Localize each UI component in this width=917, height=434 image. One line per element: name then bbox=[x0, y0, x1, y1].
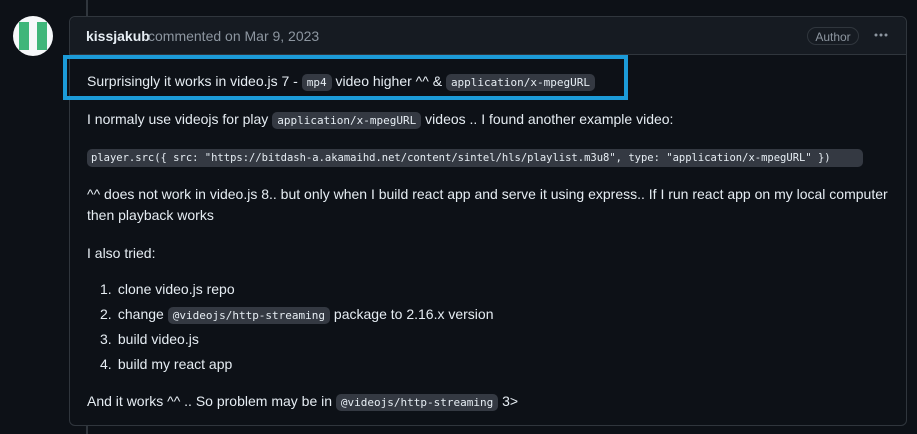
timeline-line-bottom bbox=[86, 426, 88, 434]
list-item: 2. change @videojs/http-streaming packag… bbox=[100, 306, 494, 324]
comment-paragraph-2: I normaly use videojs for play applicati… bbox=[87, 111, 674, 129]
comment-paragraph-3-line2: then playback works bbox=[87, 207, 214, 223]
list-item-text: package to 2.16.x version bbox=[330, 306, 494, 322]
highlight-annotation-box bbox=[63, 55, 628, 100]
list-item-number: 1. bbox=[100, 281, 112, 297]
comment-header: kissjakub commented on Mar 9, 2023 Autho… bbox=[70, 17, 906, 55]
list-item-text: change bbox=[117, 306, 168, 322]
list-item: 1. clone video.js repo bbox=[100, 281, 235, 297]
text-segment: And it works ^^ .. So problem may be in bbox=[87, 393, 336, 409]
inline-code-block: player.src({ src: "https://bitdash-a.aka… bbox=[87, 149, 863, 167]
inline-code: application/x-mpegURL bbox=[272, 112, 422, 129]
comment-paragraph-5: And it works ^^ .. So problem may be in … bbox=[87, 393, 519, 411]
list-item-number: 2. bbox=[100, 306, 112, 322]
list-item-number: 3. bbox=[100, 331, 112, 347]
more-options-button[interactable] bbox=[869, 24, 893, 46]
comment-paragraph-4: I also tried: bbox=[87, 245, 156, 261]
list-item: 4. build my react app bbox=[100, 356, 232, 372]
comment-timestamp[interactable]: commented on Mar 9, 2023 bbox=[148, 28, 319, 44]
avatar[interactable] bbox=[13, 16, 53, 56]
comment-author-link[interactable]: kissjakub bbox=[86, 28, 150, 44]
text-segment: videos .. I found another example video: bbox=[421, 111, 674, 127]
timeline-line-top bbox=[86, 0, 88, 16]
text-segment: 3> bbox=[498, 393, 519, 409]
avatar-identicon-block bbox=[19, 22, 29, 50]
list-item-number: 4. bbox=[100, 356, 112, 372]
comment-paragraph-3-line1: ^^ does not work in video.js 8.. but onl… bbox=[87, 186, 888, 202]
kebab-horizontal-icon bbox=[874, 33, 888, 37]
list-item-text: build video.js bbox=[117, 331, 199, 347]
author-badge: Author bbox=[807, 27, 859, 45]
list-item: 3. build video.js bbox=[100, 331, 199, 347]
inline-code: @videojs/http-streaming bbox=[335, 394, 499, 411]
avatar-identicon-block bbox=[37, 22, 47, 50]
list-item-text: build my react app bbox=[117, 356, 233, 372]
inline-code: @videojs/http-streaming bbox=[167, 307, 331, 324]
list-item-text: clone video.js repo bbox=[117, 281, 235, 297]
text-segment: I normaly use videojs for play bbox=[87, 111, 273, 127]
